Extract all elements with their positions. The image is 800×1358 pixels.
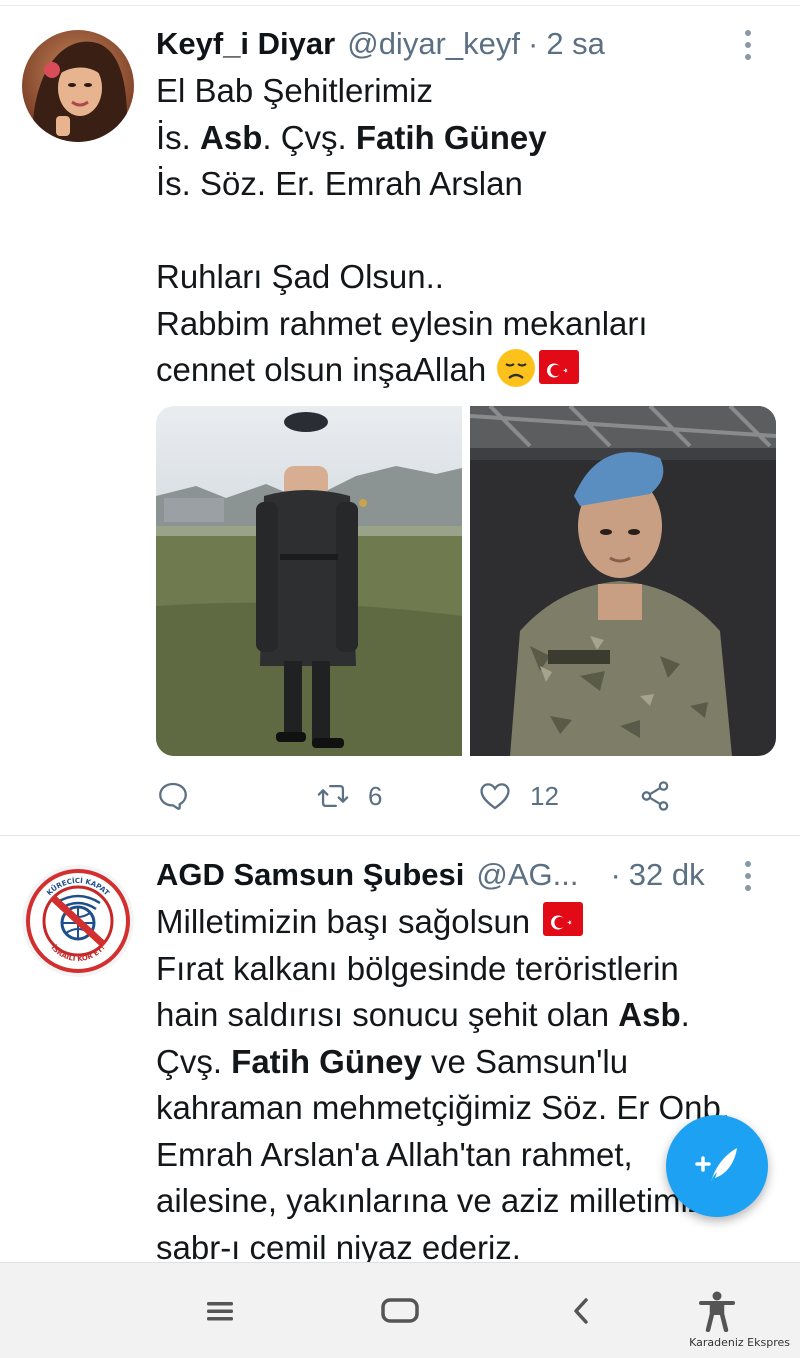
tweet-text: El Bab Şehitlerimiz İs. Asb. Çvş. Fatih … xyxy=(156,68,776,394)
text-line: İs. Söz. Er. Emrah Arslan xyxy=(156,165,523,202)
like-count: 12 xyxy=(530,780,559,811)
accessibility-icon xyxy=(699,1291,735,1332)
profile-photo-icon xyxy=(22,30,134,142)
agd-logo-icon: KÜRECİCİ KAPAT İSRAİLİ KÖR ET! xyxy=(22,865,134,977)
display-name[interactable]: Keyf_i Diyar xyxy=(156,26,335,62)
accessibility-button[interactable] xyxy=(696,1291,738,1332)
compose-tweet-button[interactable] xyxy=(666,1115,768,1217)
retweet-button[interactable]: 6 xyxy=(316,776,382,816)
heart-icon xyxy=(480,783,510,810)
home-icon xyxy=(381,1298,419,1323)
separator: · xyxy=(610,857,621,892)
soldier-photo-beret-icon[interactable] xyxy=(469,406,776,756)
watermark: Karadeniz Ekspres xyxy=(689,1336,790,1349)
tweet-card[interactable]: Keyf_i Diyar @diyar_keyf · 2 sa El Bab Ş… xyxy=(0,6,800,836)
share-button[interactable] xyxy=(638,776,672,816)
text-line: kahraman mehmetçiğimiz Söz. Er Onb. xyxy=(156,1089,731,1126)
retweet-count: 6 xyxy=(368,780,383,811)
user-handle[interactable]: @AG... xyxy=(476,857,578,893)
recent-apps-button[interactable] xyxy=(200,1291,240,1331)
text-line: Milletimizin başı sağolsun xyxy=(156,899,776,946)
tweet-header: AGD Samsun Şubesi @AG... · 32 dk xyxy=(156,855,780,895)
avatar[interactable]: KÜRECİCİ KAPAT İSRAİLİ KÖR ET! xyxy=(22,865,134,977)
avatar[interactable] xyxy=(22,30,134,142)
like-button[interactable]: 12 xyxy=(478,776,559,816)
text-line: El Bab Şehitlerimiz xyxy=(156,72,433,109)
tweet-media[interactable] xyxy=(156,406,776,756)
reply-button[interactable] xyxy=(156,776,208,816)
home-button[interactable] xyxy=(378,1291,422,1331)
back-button[interactable] xyxy=(566,1291,596,1331)
menu-icon xyxy=(207,1302,233,1321)
tweet-actions: 6 12 xyxy=(156,776,716,816)
back-icon xyxy=(574,1298,588,1324)
soldier-photo-coat-icon[interactable] xyxy=(156,406,462,756)
separator: · xyxy=(527,26,539,61)
turkish-flag-icon xyxy=(543,902,584,936)
text-line: hain saldırısı sonucu şehit olan Asb. xyxy=(156,996,690,1033)
timestamp[interactable]: 32 dk xyxy=(629,857,705,892)
text-line: Çvş. Fatih Güney ve Samsun'lu xyxy=(156,1042,629,1080)
tweet-text: Milletimizin başı sağolsun Fırat kalkanı… xyxy=(156,899,776,1271)
turkish-flag-icon xyxy=(539,350,580,384)
display-name[interactable]: AGD Samsun Şubesi xyxy=(156,857,464,893)
tweet-card[interactable]: KÜRECİCİ KAPAT İSRAİLİ KÖR ET! AGD Samsu… xyxy=(0,837,800,1267)
retweet-icon xyxy=(317,784,349,808)
text-line: Ruhları Şad Olsun.. xyxy=(156,258,444,295)
text-line: İs. Asb. Çvş. Fatih Güney xyxy=(156,118,547,156)
disappointed-face-emoji-icon xyxy=(497,349,536,387)
reply-icon xyxy=(159,782,187,810)
compose-tweet-icon xyxy=(695,1148,737,1182)
system-navigation-bar: Karadeniz Ekspres xyxy=(0,1262,800,1358)
timestamp[interactable]: 2 sa xyxy=(546,26,605,62)
text-line: cennet olsun inşaAllah xyxy=(156,347,776,394)
text-line: Fırat kalkanı bölgesinde teröristlerin xyxy=(156,949,679,987)
tweet-header: Keyf_i Diyar @diyar_keyf · 2 sa xyxy=(156,24,780,64)
more-options-icon[interactable] xyxy=(744,861,752,891)
more-options-icon[interactable] xyxy=(744,30,752,60)
user-handle[interactable]: @diyar_keyf xyxy=(347,26,520,62)
text-line: Rabbim rahmet eylesin mekanları xyxy=(156,304,648,342)
share-icon xyxy=(641,781,669,811)
